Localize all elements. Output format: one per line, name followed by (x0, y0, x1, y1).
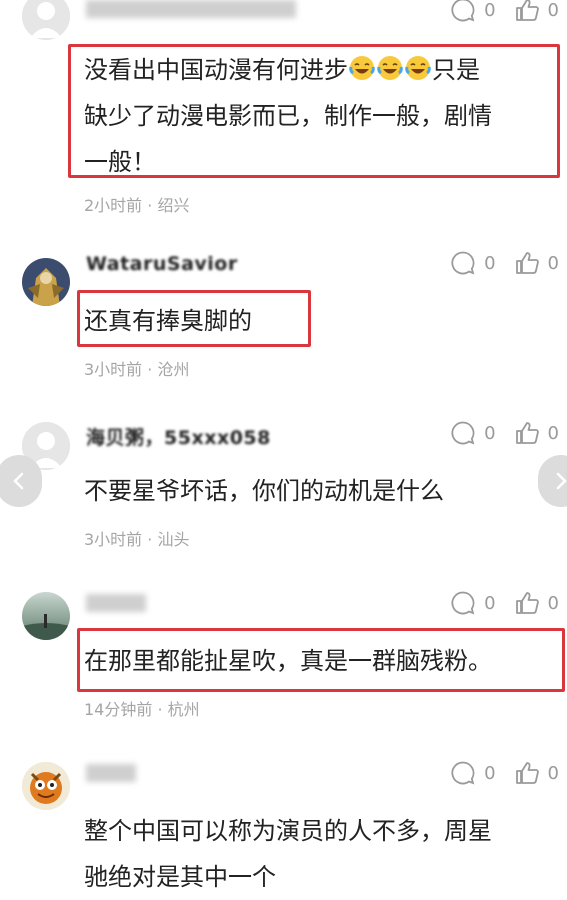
username[interactable]: WataruSavior (86, 253, 238, 275)
chevron-left-icon (13, 472, 24, 490)
speech-bubble-icon (451, 761, 475, 785)
comment-meta: 3小时前 · 沧州 (84, 360, 190, 379)
like-count: 0 (547, 422, 559, 444)
thumbs-up-icon (515, 422, 539, 444)
reply-button[interactable]: 0 (450, 590, 496, 616)
like-count: 0 (547, 762, 559, 784)
username-blurred (86, 764, 136, 782)
username-blurred (86, 594, 146, 612)
comment-text: 不要星爷坏话，你们的动机是什么 (84, 468, 444, 514)
reply-button[interactable]: 0 (450, 760, 496, 786)
thumbs-up-icon (515, 252, 539, 274)
like-button[interactable]: 0 (514, 420, 559, 446)
comment-text: 整个中国可以称为演员的人不多，周星 驰绝对是其中一个 (84, 808, 492, 900)
reply-count: 0 (484, 422, 496, 444)
comment-line: 整个中国可以称为演员的人不多，周星 (84, 817, 492, 845)
reply-count: 0 (484, 252, 496, 274)
comment-actions: 0 0 (432, 420, 559, 446)
reply-count: 0 (484, 762, 496, 784)
comment-actions: 0 0 (432, 0, 559, 23)
comment-meta: 2小时前 · 绍兴 (84, 196, 190, 215)
speech-bubble-icon (451, 0, 475, 22)
username-blurred (86, 0, 296, 18)
thumbs-up-icon (515, 0, 539, 21)
like-button[interactable]: 0 (514, 250, 559, 276)
comment-meta: 3小时前 · 汕头 (84, 530, 190, 549)
avatar[interactable] (22, 258, 70, 306)
speech-bubble-icon (451, 421, 475, 445)
like-count: 0 (547, 0, 559, 21)
thumbs-up-icon (515, 762, 539, 784)
username[interactable]: 海贝粥，55xxx058 (86, 423, 271, 450)
reply-button[interactable]: 0 (450, 420, 496, 446)
avatar[interactable] (22, 592, 70, 640)
comment-actions: 0 0 (432, 760, 559, 786)
reply-button[interactable]: 0 (450, 250, 496, 276)
comment-line: 驰绝对是其中一个 (84, 863, 276, 891)
like-button[interactable]: 0 (514, 0, 559, 23)
red-highlight-box (68, 44, 560, 178)
comment-line: 不要星爷坏话，你们的动机是什么 (84, 477, 444, 505)
like-button[interactable]: 0 (514, 590, 559, 616)
thumbs-up-icon (515, 592, 539, 614)
avatar[interactable] (22, 762, 70, 810)
comment-meta: 14分钟前 · 杭州 (84, 700, 200, 719)
avatar[interactable] (22, 0, 70, 40)
like-button[interactable]: 0 (514, 760, 559, 786)
like-count: 0 (547, 252, 559, 274)
prev-button[interactable] (0, 455, 42, 507)
next-button[interactable] (538, 455, 567, 507)
comment-actions: 0 0 (432, 590, 559, 616)
red-highlight-box (77, 290, 311, 347)
chevron-right-icon (556, 472, 567, 490)
reply-button[interactable]: 0 (450, 0, 496, 23)
speech-bubble-icon (451, 591, 475, 615)
reply-count: 0 (484, 592, 496, 614)
comment-actions: 0 0 (432, 250, 559, 276)
like-count: 0 (547, 592, 559, 614)
speech-bubble-icon (451, 251, 475, 275)
reply-count: 0 (484, 0, 496, 21)
red-highlight-box (77, 628, 565, 692)
